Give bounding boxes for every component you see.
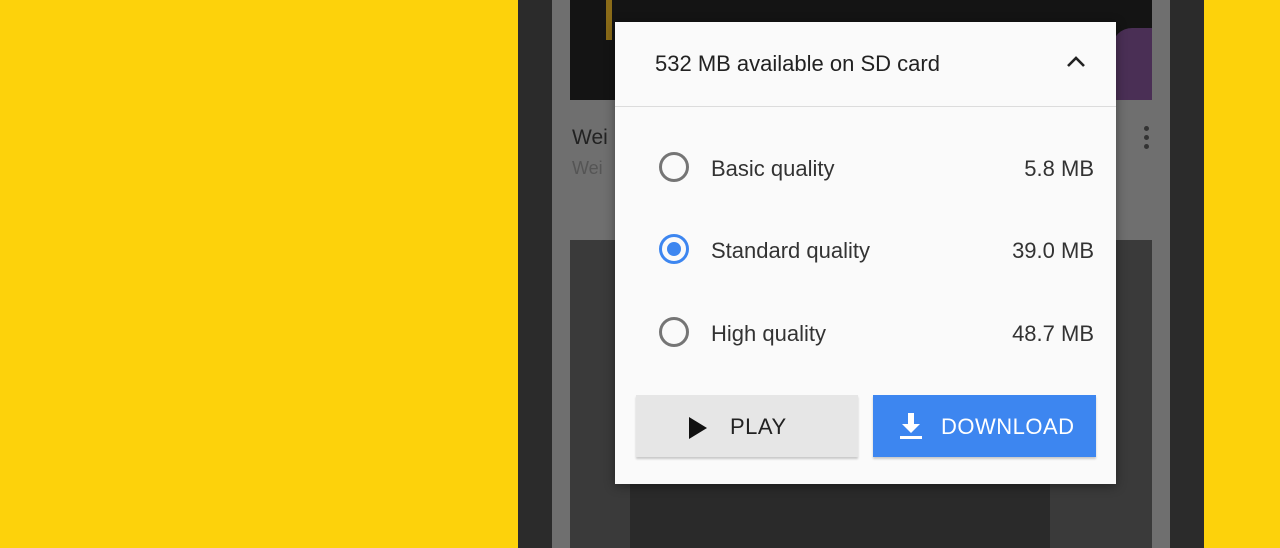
video-card-info[interactable]: Wei Wei (572, 126, 608, 179)
quality-label: High quality (711, 321, 826, 346)
quality-label: Standard quality (711, 238, 870, 263)
radio-button-selected[interactable] (659, 234, 689, 264)
play-button[interactable]: PLAY (636, 395, 858, 457)
download-icon (900, 413, 922, 439)
storage-available-text: 532 MB available on SD card (655, 51, 940, 76)
quality-label: Basic quality (711, 156, 835, 181)
quality-option-high[interactable]: High quality 48.7 MB (615, 305, 1116, 365)
download-button-label: DOWNLOAD (941, 414, 1075, 439)
chevron-up-icon[interactable] (1066, 54, 1086, 68)
play-button-label: PLAY (730, 414, 787, 439)
video-title: Wei (572, 126, 608, 149)
radio-button[interactable] (659, 317, 689, 347)
quality-size: 48.7 MB (1012, 321, 1094, 346)
quality-option-standard[interactable]: Standard quality 39.0 MB (615, 222, 1116, 282)
more-vert-icon[interactable] (1144, 126, 1150, 154)
quality-size: 39.0 MB (1012, 238, 1094, 263)
radio-button[interactable] (659, 152, 689, 182)
quality-size: 5.8 MB (1024, 156, 1094, 181)
video-channel: Wei (572, 158, 603, 178)
download-button[interactable]: DOWNLOAD (873, 395, 1096, 457)
quality-option-basic[interactable]: Basic quality 5.8 MB (615, 140, 1116, 200)
dialog-header[interactable]: 532 MB available on SD card (615, 22, 1116, 107)
play-icon (689, 417, 707, 439)
offline-quality-dialog: 532 MB available on SD card Basic qualit… (615, 22, 1116, 484)
